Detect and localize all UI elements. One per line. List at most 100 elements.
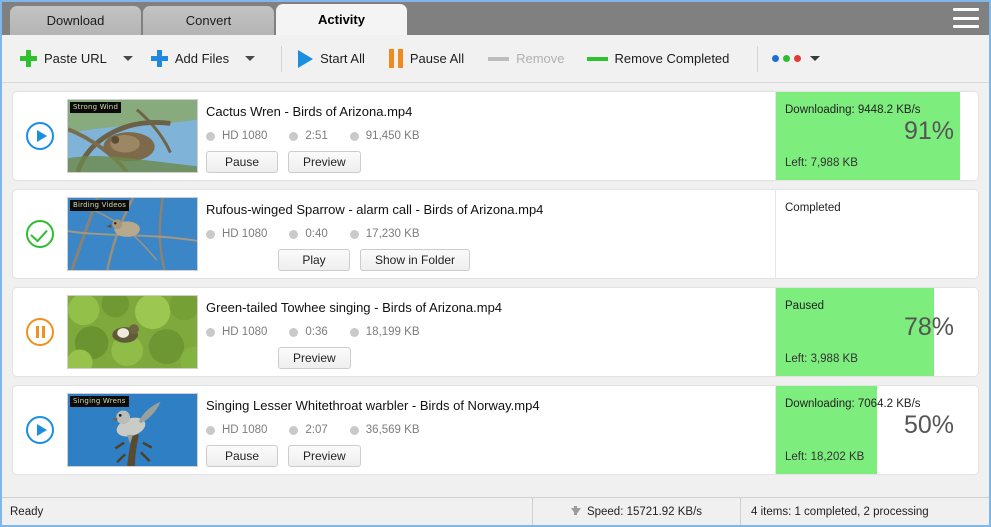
remove-completed-button[interactable]: Remove Completed bbox=[583, 42, 734, 76]
quality-label: HD 1080 bbox=[222, 326, 267, 338]
duration-label: 2:07 bbox=[305, 424, 327, 436]
tab-convert-label: Convert bbox=[186, 13, 232, 28]
start-all-label: Start All bbox=[320, 51, 365, 66]
row-action-button[interactable]: Preview bbox=[288, 151, 361, 173]
video-meta: HD 10800:4017,230 KB bbox=[206, 228, 775, 240]
progress-percent: 78% bbox=[904, 315, 954, 340]
row-action-button[interactable]: Pause bbox=[206, 151, 278, 173]
tab-download-label: Download bbox=[47, 13, 105, 28]
row-action-button[interactable]: Pause bbox=[206, 445, 278, 467]
bullet-icon bbox=[289, 132, 298, 141]
progress-status: Paused bbox=[785, 300, 824, 312]
paste-url-label: Paste URL bbox=[44, 51, 107, 66]
download-list: Strong Wind Cactus Wren - Birds of Arizon… bbox=[2, 83, 989, 493]
hamburger-bar bbox=[953, 17, 979, 20]
size-label: 91,450 KB bbox=[366, 130, 420, 142]
meta-duration: 2:07 bbox=[289, 424, 327, 436]
video-title: Rufous-winged Sparrow - alarm call - Bir… bbox=[206, 202, 775, 217]
download-row[interactable]: Green-tailed Towhee singing - Birds of A… bbox=[12, 287, 979, 377]
row-info: Singing Lesser Whitethroat warbler - Bir… bbox=[198, 386, 775, 467]
hamburger-bar bbox=[953, 8, 979, 11]
download-row[interactable]: Birding Videos Rufous-winged Sparrow - al… bbox=[12, 189, 979, 279]
size-label: 18,199 KB bbox=[366, 326, 420, 338]
progress-panel: Downloading: 7064.2 KB/s50%Left: 18,202 … bbox=[775, 386, 978, 474]
progress-percent: 91% bbox=[904, 119, 954, 144]
tab-convert[interactable]: Convert bbox=[143, 6, 274, 35]
video-title: Cactus Wren - Birds of Arizona.mp4 bbox=[206, 104, 775, 119]
color-dots-menu[interactable] bbox=[770, 51, 822, 66]
toolbar: Paste URL Add Files Start All Pause All … bbox=[2, 35, 989, 83]
download-row[interactable]: Strong Wind Cactus Wren - Birds of Arizon… bbox=[12, 91, 979, 181]
app-window: Download Convert Activity Paste URL Add … bbox=[0, 0, 991, 527]
status-speed-label: Speed: 15721.92 KB/s bbox=[587, 506, 702, 518]
start-all-button[interactable]: Start All bbox=[294, 42, 369, 76]
video-thumbnail[interactable]: Birding Videos bbox=[67, 197, 198, 271]
paste-url-button[interactable]: Paste URL bbox=[16, 42, 111, 76]
tab-strip: Download Convert Activity bbox=[2, 2, 989, 35]
row-action-button[interactable]: Preview bbox=[288, 445, 361, 467]
size-label: 36,569 KB bbox=[366, 424, 420, 436]
toolbar-divider bbox=[281, 46, 282, 72]
meta-size: 36,569 KB bbox=[350, 424, 420, 436]
meta-duration: 0:40 bbox=[289, 228, 327, 240]
meta-quality: HD 1080 bbox=[206, 130, 267, 142]
duration-label: 0:36 bbox=[305, 326, 327, 338]
row-status-icon[interactable] bbox=[13, 122, 67, 150]
progress-text: Paused78%Left: 3,988 KB bbox=[776, 288, 978, 376]
video-meta: HD 1080 2:51 91,450 KB bbox=[206, 130, 775, 142]
play-circle-icon bbox=[26, 122, 54, 150]
meta-duration: 2:51 bbox=[289, 130, 327, 142]
bullet-icon bbox=[206, 328, 215, 337]
row-status-icon[interactable] bbox=[13, 318, 67, 346]
status-speed-cell: Speed: 15721.92 KB/s bbox=[532, 498, 740, 525]
meta-size: 18,199 KB bbox=[350, 326, 420, 338]
add-files-dropdown-icon[interactable] bbox=[245, 56, 255, 61]
meta-size: 91,450 KB bbox=[350, 130, 420, 142]
row-status-icon[interactable] bbox=[13, 416, 67, 444]
progress-percent: 50% bbox=[904, 413, 954, 438]
meta-quality: HD 1080 bbox=[206, 424, 267, 436]
bullet-icon bbox=[350, 230, 359, 239]
remove-icon bbox=[488, 57, 509, 61]
bullet-icon bbox=[350, 132, 359, 141]
tab-download[interactable]: Download bbox=[10, 6, 141, 35]
meta-duration: 0:36 bbox=[289, 326, 327, 338]
row-info: Green-tailed Towhee singing - Birds of A… bbox=[198, 288, 775, 369]
pause-all-button[interactable]: Pause All bbox=[385, 42, 468, 76]
dots-dropdown-icon[interactable] bbox=[810, 56, 820, 61]
toolbar-divider bbox=[757, 46, 758, 72]
quality-label: HD 1080 bbox=[222, 228, 267, 240]
video-thumbnail[interactable]: Singing Wrens bbox=[67, 393, 198, 467]
pause-all-label: Pause All bbox=[410, 51, 464, 66]
row-info: Cactus Wren - Birds of Arizona.mp4 HD 108… bbox=[198, 92, 775, 173]
meta-quality: HD 1080 bbox=[206, 326, 267, 338]
row-actions: Play Show in Folder bbox=[278, 249, 775, 271]
row-status-icon[interactable] bbox=[13, 220, 67, 248]
bullet-icon bbox=[206, 132, 215, 141]
download-row[interactable]: Singing WrensSinging Lesser Whitethroat … bbox=[12, 385, 979, 475]
pause-icon bbox=[389, 49, 403, 68]
thumbnail-watermark: Strong Wind bbox=[70, 102, 121, 113]
tab-activity[interactable]: Activity bbox=[276, 4, 407, 35]
check-circle-icon bbox=[26, 220, 54, 248]
hamburger-icon[interactable] bbox=[953, 8, 979, 28]
bullet-icon bbox=[350, 426, 359, 435]
dot-red-icon bbox=[794, 55, 801, 62]
row-action-button[interactable]: Show in Folder bbox=[360, 249, 470, 271]
remove-completed-label: Remove Completed bbox=[615, 51, 730, 66]
video-thumbnail[interactable]: Strong Wind bbox=[67, 99, 198, 173]
bullet-icon bbox=[350, 328, 359, 337]
status-items: 4 items: 1 completed, 2 processing bbox=[740, 498, 989, 525]
row-action-button[interactable]: Preview bbox=[278, 347, 351, 369]
row-actions: Pause Preview bbox=[206, 445, 775, 467]
progress-panel: Downloading: 9448.2 KB/s91%Left: 7,988 K… bbox=[775, 92, 978, 180]
row-action-button[interactable]: Play bbox=[278, 249, 350, 271]
video-thumbnail[interactable] bbox=[67, 295, 198, 369]
dot-blue-icon bbox=[772, 55, 779, 62]
paste-url-dropdown-icon[interactable] bbox=[123, 56, 133, 61]
tab-activity-label: Activity bbox=[318, 12, 365, 27]
add-files-button[interactable]: Add Files bbox=[147, 42, 233, 76]
video-title: Green-tailed Towhee singing - Birds of A… bbox=[206, 300, 775, 315]
quality-label: HD 1080 bbox=[222, 424, 267, 436]
duration-label: 0:40 bbox=[305, 228, 327, 240]
